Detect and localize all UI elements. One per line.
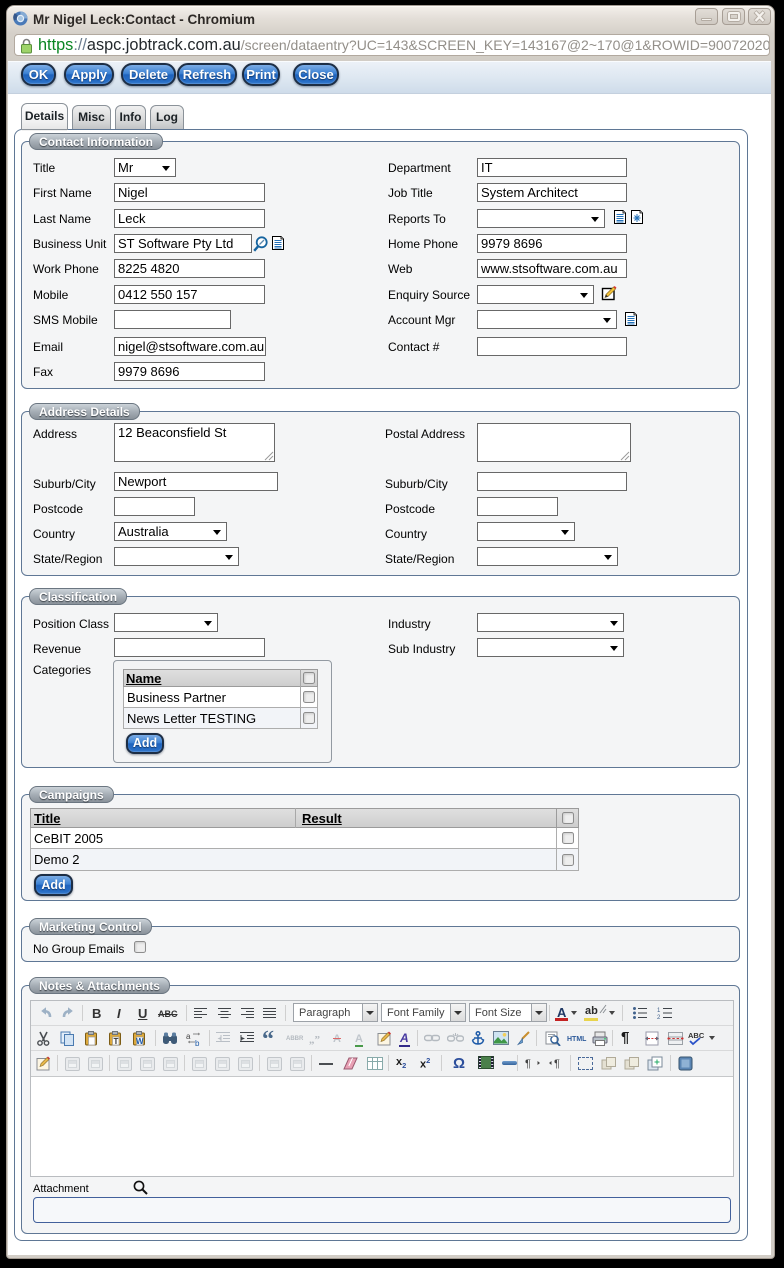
svg-text:1: 1 [657, 1008, 661, 1014]
svg-text:W: W [136, 1037, 144, 1046]
svg-text:¶: ¶ [525, 1058, 531, 1070]
svg-text:a: a [186, 1032, 191, 1041]
svg-text:¶: ¶ [554, 1058, 560, 1070]
svg-text:T: T [114, 1037, 119, 1046]
svg-text:b: b [195, 1039, 200, 1046]
svg-text:ABC: ABC [688, 1031, 705, 1040]
svg-text:2: 2 [657, 1015, 661, 1019]
